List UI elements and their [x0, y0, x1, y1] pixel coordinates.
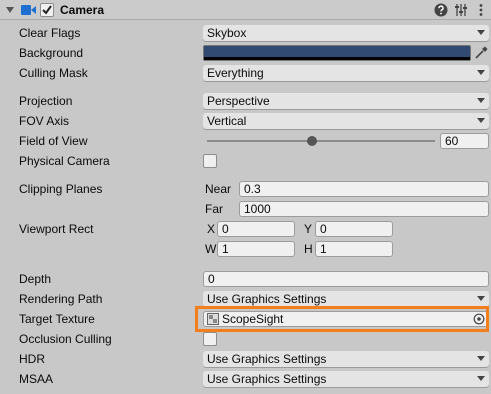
chevron-down-icon	[477, 118, 485, 123]
hdr-dropdown[interactable]: Use Graphics Settings	[203, 351, 489, 367]
physical-camera-label: Physical Camera	[19, 154, 110, 168]
culling-mask-dropdown[interactable]: Everything	[203, 65, 489, 81]
chevron-down-icon	[477, 356, 485, 361]
far-clip-field[interactable]: 1000	[239, 201, 489, 217]
fov-value-field[interactable]: 60	[440, 133, 489, 149]
rendering-path-label: Rendering Path	[19, 292, 103, 306]
chevron-down-icon	[477, 70, 485, 75]
clear-flags-value: Skybox	[207, 26, 247, 40]
msaa-label: MSAA	[19, 372, 54, 386]
projection-dropdown[interactable]: Perspective	[203, 93, 489, 109]
fov-slider-thumb[interactable]	[306, 136, 317, 146]
occlusion-culling-label: Occlusion Culling	[19, 332, 112, 346]
component-enabled-checkbox[interactable]	[40, 3, 54, 17]
camera-icon	[21, 5, 36, 15]
culling-mask-value: Everything	[207, 66, 264, 80]
component-title: Camera	[60, 3, 105, 17]
viewport-rect-label: Viewport Rect	[19, 222, 94, 236]
msaa-value: Use Graphics Settings	[207, 372, 327, 386]
hdr-label: HDR	[19, 352, 45, 366]
depth-field[interactable]: 0	[203, 271, 489, 287]
fov-axis-label: FOV Axis	[19, 114, 70, 128]
far-label: Far	[205, 202, 223, 216]
viewport-w-label: W	[205, 242, 217, 256]
depth-label: Depth	[19, 272, 52, 286]
fov-axis-value: Vertical	[207, 114, 247, 128]
rendering-path-dropdown[interactable]: Use Graphics Settings	[203, 291, 489, 307]
chevron-down-icon	[477, 296, 485, 301]
projection-value: Perspective	[207, 94, 270, 108]
clear-flags-dropdown[interactable]: Skybox	[203, 25, 489, 41]
culling-mask-label: Culling Mask	[19, 66, 88, 80]
clipping-planes-label: Clipping Planes	[19, 182, 103, 196]
viewport-x-label: X	[207, 222, 216, 236]
near-label: Near	[205, 182, 232, 196]
presets-icon[interactable]	[453, 2, 469, 18]
viewport-w-field[interactable]: 1	[217, 241, 295, 257]
viewport-y-field[interactable]: 0	[315, 221, 393, 237]
hdr-value: Use Graphics Settings	[207, 352, 327, 366]
eyedropper-icon[interactable]	[473, 45, 489, 61]
viewport-x-field[interactable]: 0	[217, 221, 295, 237]
alpha-bar	[204, 57, 470, 60]
checkmark-icon	[42, 5, 52, 15]
fold-arrow-icon[interactable]	[5, 3, 15, 17]
target-texture-label: Target Texture	[19, 312, 95, 326]
occlusion-culling-checkbox[interactable]	[203, 332, 217, 346]
near-clip-field[interactable]: 0.3	[239, 181, 489, 197]
viewport-y-label: Y	[304, 222, 313, 236]
fov-axis-dropdown[interactable]: Vertical	[203, 113, 489, 129]
rendering-path-value: Use Graphics Settings	[207, 292, 327, 306]
background-label: Background	[19, 46, 84, 60]
background-color-field[interactable]	[203, 45, 471, 61]
more-menu-icon[interactable]	[473, 2, 489, 18]
physical-camera-checkbox[interactable]	[203, 154, 217, 168]
chevron-down-icon	[477, 98, 485, 103]
fov-slider-track[interactable]	[207, 140, 435, 142]
msaa-dropdown[interactable]: Use Graphics Settings	[203, 371, 489, 387]
field-of-view-label: Field of View	[19, 134, 88, 148]
viewport-h-label: H	[304, 242, 313, 256]
viewport-h-field[interactable]: 1	[315, 241, 393, 257]
chevron-down-icon	[477, 30, 485, 35]
projection-label: Projection	[19, 94, 73, 108]
clear-flags-label: Clear Flags	[19, 26, 81, 40]
chevron-down-icon	[477, 376, 485, 381]
help-icon[interactable]	[433, 2, 449, 18]
target-texture-highlight	[195, 306, 489, 332]
